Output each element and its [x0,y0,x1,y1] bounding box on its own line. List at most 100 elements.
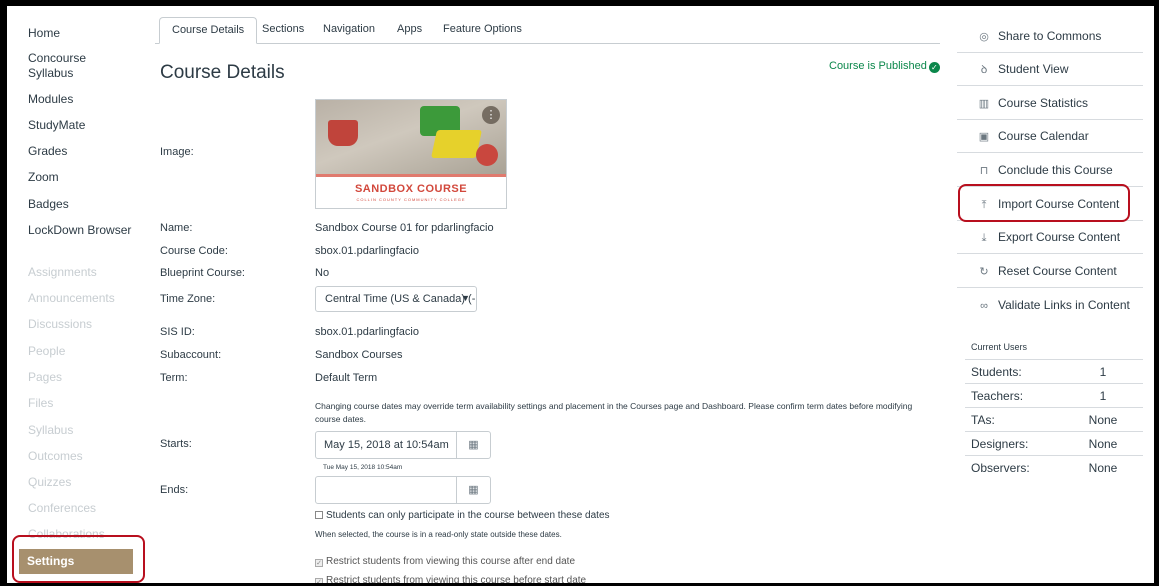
course-image[interactable]: ⋮ SANDBOX COURSE COLLIN COUNTY COMMUNITY… [315,99,507,209]
export-course-content-button[interactable]: ⤓ Export Course Content [957,221,1143,254]
export-course-content-label: Export Course Content [998,230,1121,244]
course-image-banner: SANDBOX COURSE COLLIN COUNTY COMMUNITY C… [316,174,506,208]
restrict-after-end-checkbox[interactable]: ✓ [315,559,323,567]
nav-item-files[interactable]: Files [28,396,133,411]
nav-item-syllabus[interactable]: Syllabus [28,423,133,438]
users-row-value: 1 [1099,389,1107,403]
reset-course-content-label: Reset Course Content [998,264,1117,278]
share-to-commons-button[interactable]: ◎ Share to Commons [957,20,1143,53]
link-icon: ∞ [980,300,988,312]
course-navigation: Home Concourse Syllabus Modules StudyMat… [7,6,145,583]
timezone-selected-value: Central Time (US & Canada) (- [325,293,476,305]
blueprint-label: Blueprint Course: [160,267,245,279]
users-row-value: None [1088,461,1118,475]
course-code-value: sbox.01.pdarlingfacio [315,245,419,257]
nav-item-conferences[interactable]: Conferences [28,501,133,516]
restrict-before-start-option[interactable]: ✓ Restrict students from viewing this cou… [315,575,586,583]
users-row-value: None [1088,437,1118,451]
conclude-course-button[interactable]: ⊓ Conclude this Course [957,154,1143,187]
users-row-label: Teachers: [971,389,1024,403]
share-to-commons-label: Share to Commons [998,29,1102,43]
course-name-value: Sandbox Course 01 for pdarlingfacio [315,222,494,234]
subaccount-value: Sandbox Courses [315,349,403,361]
nav-item-discussions[interactable]: Discussions [28,317,133,332]
calendar-icon: ▣ [978,131,990,143]
conclude-course-label: Conclude this Course [998,163,1113,177]
users-row-students: Students: 1 [965,359,1143,383]
nav-item-lockdown-browser[interactable]: LockDown Browser [28,223,133,238]
calendar-icon[interactable]: ▦ [456,432,490,458]
nav-item-grades[interactable]: Grades [28,144,133,159]
tab-sections[interactable]: Sections [250,17,316,44]
highlight-settings-annotation [12,535,145,583]
lock-icon: ⊓ [979,165,989,177]
restrict-before-start-label: Restrict students from viewing this cour… [326,575,587,583]
course-image-title: SANDBOX COURSE [354,183,468,195]
nav-item-studymate[interactable]: StudyMate [28,118,133,133]
nav-item-pages[interactable]: Pages [28,370,133,385]
calendar-icon[interactable]: ▦ [456,477,490,503]
restrict-after-end-label: Restrict students from viewing this cour… [326,556,576,567]
name-label: Name: [160,222,193,234]
nav-item-zoom[interactable]: Zoom [28,170,133,185]
nav-item-badges[interactable]: Badges [28,197,133,212]
tab-apps[interactable]: Apps [385,17,434,44]
student-view-icon: ꝺ [980,64,988,76]
users-row-value: 1 [1099,365,1107,379]
validate-links-button[interactable]: ∞ Validate Links in Content [957,289,1143,322]
timezone-label: Time Zone: [160,293,216,305]
ends-label: Ends: [160,484,189,496]
course-calendar-label: Course Calendar [998,129,1089,143]
users-row-label: Observers: [971,461,1030,475]
blueprint-value: No [315,267,330,279]
start-date-field[interactable]: May 15, 2018 at 10:54am ▦ [315,431,491,459]
student-view-button[interactable]: ꝺ Student View [957,53,1143,86]
nav-item-concourse-syllabus[interactable]: Concourse Syllabus [28,51,133,81]
statistics-icon: ▥ [978,98,990,110]
sis-id-label: SIS ID: [160,326,195,338]
tab-course-details[interactable]: Course Details [159,17,258,44]
nav-item-quizzes[interactable]: Quizzes [28,475,133,490]
end-date-field[interactable]: ▦ [315,476,491,504]
reset-course-content-button[interactable]: ↻ Reset Course Content [957,255,1143,288]
nav-item-announcements[interactable]: Announcements [28,291,133,306]
participate-dates-label: Students can only participate in the cou… [326,510,610,521]
course-image-subtitle: COLLIN COUNTY COMMUNITY COLLEGE [356,197,466,202]
settings-tabs: Course Details Sections Navigation Apps … [155,6,940,44]
wheel-shape [476,144,498,166]
users-row-tas: TAs: None [965,407,1143,431]
image-label: Image: [160,146,194,158]
users-row-label: Students: [971,365,1022,379]
more-options-icon[interactable]: ⋮ [482,106,500,124]
restrict-before-start-checkbox[interactable]: ✓ [315,578,323,583]
restrict-after-end-option[interactable]: ✓ Restrict students from viewing this cou… [315,556,575,567]
participate-dates-option[interactable]: Students can only participate in the cou… [315,510,610,521]
reset-icon: ↻ [979,266,989,278]
starts-label: Starts: [160,438,192,450]
commons-icon: ◎ [979,31,989,43]
nav-item-modules[interactable]: Modules [28,92,133,107]
course-statistics-button[interactable]: ▥ Course Statistics [957,87,1143,120]
course-dates-warning: Changing course dates may override term … [315,401,913,424]
users-row-value: None [1088,413,1118,427]
subaccount-label: Subaccount: [160,349,222,361]
term-label: Term: [160,372,188,384]
nav-item-outcomes[interactable]: Outcomes [28,449,133,464]
course-calendar-button[interactable]: ▣ Course Calendar [957,120,1143,153]
participate-dates-checkbox[interactable] [315,511,323,519]
student-view-label: Student View [998,62,1069,76]
timezone-select[interactable]: Central Time (US & Canada) (- ▼ [315,286,477,312]
course-statistics-label: Course Statistics [998,96,1089,110]
tab-feature-options[interactable]: Feature Options [431,17,534,44]
tab-navigation[interactable]: Navigation [311,17,387,44]
published-status: Course is Published ✓ [829,60,940,73]
validate-links-label: Validate Links in Content [998,298,1130,312]
bucket-shape [328,120,358,146]
users-row-observers: Observers: None [965,455,1143,479]
nav-item-home[interactable]: Home [28,26,133,41]
nav-item-assignments[interactable]: Assignments [28,265,133,280]
nav-item-people[interactable]: People [28,344,133,359]
shovel-shape [431,130,482,158]
sis-id-value: sbox.01.pdarlingfacio [315,326,419,338]
settings-page: Home Concourse Syllabus Modules StudyMat… [7,6,1154,583]
